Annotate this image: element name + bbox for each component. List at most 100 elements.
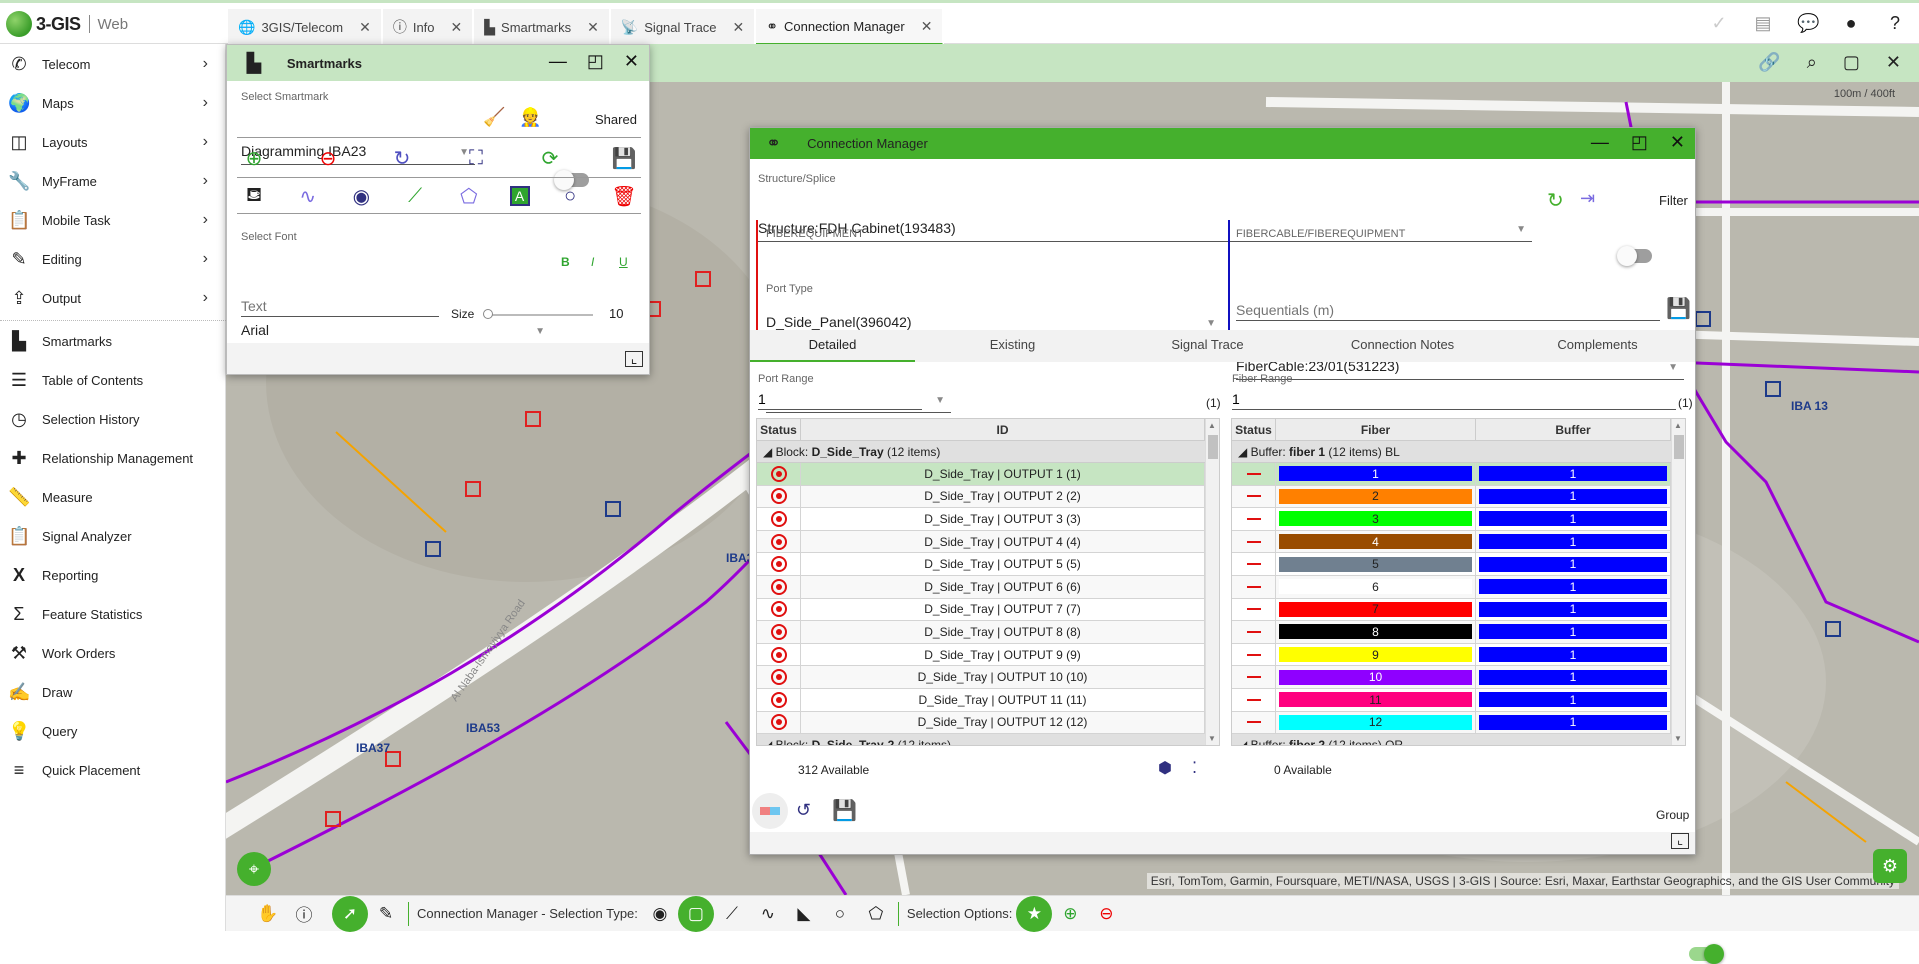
filter-toggle[interactable] xyxy=(1617,246,1652,266)
help-icon[interactable]: ? xyxy=(1885,13,1905,34)
port-row[interactable]: D_Side_Tray | OUTPUT 1 (1) xyxy=(757,463,1219,486)
sidebar-item-maps[interactable]: 🌍 Maps › xyxy=(0,85,226,121)
freehand-icon[interactable]: ∿ xyxy=(295,184,321,209)
list-icon[interactable]: ▤ xyxy=(1753,13,1773,34)
maximize-icon[interactable]: ◰ xyxy=(587,51,604,72)
sidebar-item-table-of-contents[interactable]: ☰ Table of Contents xyxy=(0,362,226,398)
close-tab-icon[interactable]: ✕ xyxy=(733,19,745,36)
port-row[interactable]: D_Side_Tray | OUTPUT 10 (10) xyxy=(757,666,1219,689)
locate-button[interactable]: ⌖ xyxy=(237,852,271,886)
group-row[interactable]: ◢ Block: D_Side_Tray-2 (12 items) xyxy=(757,734,1219,745)
fill-bucket-icon[interactable]: ⛾ xyxy=(241,184,267,209)
sidebar-item-quick-placement[interactable]: ≡ Quick Placement xyxy=(0,752,226,788)
point-icon[interactable]: ◉ xyxy=(348,184,374,209)
polygon-icon[interactable]: ⬠ xyxy=(456,184,482,209)
sidebar-item-work-orders[interactable]: ⚒ Work Orders xyxy=(0,635,226,671)
italic-button[interactable]: I xyxy=(591,255,594,269)
select-freehand-button[interactable]: ∿ xyxy=(750,896,786,932)
tab-connection-notes[interactable]: Connection Notes xyxy=(1305,330,1500,362)
port-row[interactable]: D_Side_Tray | OUTPUT 3 (3) xyxy=(757,508,1219,531)
bold-button[interactable]: B xyxy=(561,255,570,269)
fiber-row[interactable]: 71 xyxy=(1232,598,1685,622)
fiber-row[interactable]: 21 xyxy=(1232,485,1685,509)
group-row[interactable]: ◢ Block: D_Side_Tray (12 items) xyxy=(757,441,1219,463)
remove-from-selection-button[interactable]: ⊖ xyxy=(1088,896,1124,932)
sidebar-item-mobile-task[interactable]: 📋 Mobile Task › xyxy=(0,202,226,238)
worker-icon[interactable]: 👷 xyxy=(519,107,541,128)
broom-icon[interactable]: 🧹 xyxy=(483,107,505,128)
close-icon[interactable]: ✕ xyxy=(1670,132,1685,153)
sidebar-item-output[interactable]: ⇪ Output › xyxy=(0,280,226,316)
circle-icon[interactable]: ○ xyxy=(557,185,583,208)
tab-existing[interactable]: Existing xyxy=(915,330,1110,362)
fiber-row[interactable]: 91 xyxy=(1232,643,1685,667)
edit-button[interactable]: ✎ xyxy=(368,896,404,932)
fiber-row[interactable]: 61 xyxy=(1232,575,1685,599)
check-icon[interactable]: ✓ xyxy=(1709,13,1729,34)
save-icon[interactable]: 💾 xyxy=(832,798,857,823)
fiber-row[interactable]: 41 xyxy=(1232,530,1685,554)
port-range-input[interactable] xyxy=(758,388,922,410)
fiber-range-input[interactable] xyxy=(1232,388,1676,410)
sidebar-item-reporting[interactable]: X Reporting xyxy=(0,557,226,593)
structure-select[interactable]: Structure:FDH Cabinet(193483) ▼ xyxy=(758,220,1532,242)
resize-icon[interactable]: ⌞ xyxy=(625,351,643,367)
minimize-icon[interactable]: — xyxy=(549,51,567,72)
identify-button[interactable]: ⓘ xyxy=(286,896,322,932)
column-header-id[interactable]: ID xyxy=(801,419,1205,440)
fiber-row[interactable]: 31 xyxy=(1232,508,1685,531)
undo-connection-icon[interactable]: ↺ xyxy=(796,800,811,821)
fiber-row[interactable]: 51 xyxy=(1232,553,1685,576)
close-tab-icon[interactable]: ✕ xyxy=(451,19,463,36)
tab-signal-trace[interactable]: Signal Trace xyxy=(1110,330,1305,362)
refresh-icon[interactable]: ↻ xyxy=(1547,188,1564,213)
close-icon[interactable]: ✕ xyxy=(624,51,639,72)
chat-icon[interactable]: 💬 xyxy=(1797,13,1819,34)
tab-telecom[interactable]: 🌐 3GIS/Telecom ✕ xyxy=(228,9,383,45)
add-icon[interactable]: ⊕ xyxy=(241,146,267,171)
trash-icon[interactable]: 🗑 xyxy=(611,184,637,209)
close-tab-icon[interactable]: ✕ xyxy=(587,19,599,36)
save-icon[interactable]: 💾 xyxy=(1666,296,1691,321)
port-row[interactable]: D_Side_Tray | OUTPUT 5 (5) xyxy=(757,553,1219,576)
sidebar-item-editing[interactable]: ✎ Editing › xyxy=(0,241,226,277)
fiber-row[interactable]: 11 xyxy=(1232,463,1685,486)
tab-connection-manager[interactable]: ⚭ Connection Manager ✕ xyxy=(756,9,945,45)
tab-detailed[interactable]: Detailed xyxy=(750,330,915,362)
tab-smartmarks[interactable]: ▙ Smartmarks ✕ xyxy=(474,9,611,45)
group-row[interactable]: ◢ Buffer: fiber 1 (12 items) BL xyxy=(1232,441,1685,463)
select-polygon-button[interactable]: ⬠ xyxy=(858,896,894,932)
sequentials-input[interactable] xyxy=(1236,299,1660,321)
port-row[interactable]: D_Side_Tray | OUTPUT 11 (11) xyxy=(757,688,1219,712)
port-row[interactable]: D_Side_Tray | OUTPUT 4 (4) xyxy=(757,530,1219,554)
close-tab-icon[interactable]: ✕ xyxy=(921,18,933,35)
sidebar-item-query[interactable]: 💡 Query xyxy=(0,713,226,749)
add-to-selection-button[interactable]: ⊕ xyxy=(1052,896,1088,932)
sidebar-item-layouts[interactable]: ◫ Layouts › xyxy=(0,124,226,160)
scrollbar[interactable]: ▲ ▼ xyxy=(1671,419,1685,745)
sidebar-item-draw[interactable]: ✍ Draw xyxy=(0,674,226,710)
column-header-fiber[interactable]: Fiber xyxy=(1276,419,1476,440)
column-header-status[interactable]: Status xyxy=(757,419,801,440)
trace-arrow-icon[interactable]: ⇥ xyxy=(1580,188,1595,209)
sort-alpha-icon[interactable]: ⬢ xyxy=(1158,758,1172,778)
new-selection-button[interactable]: ★ xyxy=(1016,895,1053,932)
save-icon[interactable]: 💾 xyxy=(611,146,637,171)
close-tab-icon[interactable]: ✕ xyxy=(359,19,371,36)
size-slider[interactable] xyxy=(483,309,593,319)
resize-icon[interactable]: ⌞ xyxy=(1671,833,1689,849)
select-lasso-button[interactable]: ◣ xyxy=(786,896,822,932)
text-icon[interactable]: A xyxy=(509,186,530,206)
select-rectangle-button[interactable]: ▢ xyxy=(677,895,714,932)
sort-numeric-icon[interactable]: ⁚ xyxy=(1192,758,1197,778)
connection-manager-header[interactable]: ⚭ Connection Manager xyxy=(750,128,1695,159)
fiber-row[interactable]: 12 1 xyxy=(1232,711,1685,735)
fiber-row[interactable]: 10 1 xyxy=(1232,666,1685,689)
select-circle-button[interactable]: ○ xyxy=(822,896,858,932)
select-box-icon[interactable]: ▢ xyxy=(1843,52,1860,73)
sidebar-item-telecom[interactable]: ✆ Telecom › xyxy=(0,46,226,82)
column-header-status[interactable]: Status xyxy=(1232,419,1276,440)
sidebar-item-myframe[interactable]: 🔧 MyFrame › xyxy=(0,163,226,199)
close-icon[interactable]: ✕ xyxy=(1886,52,1901,73)
maximize-icon[interactable]: ◰ xyxy=(1631,132,1648,153)
